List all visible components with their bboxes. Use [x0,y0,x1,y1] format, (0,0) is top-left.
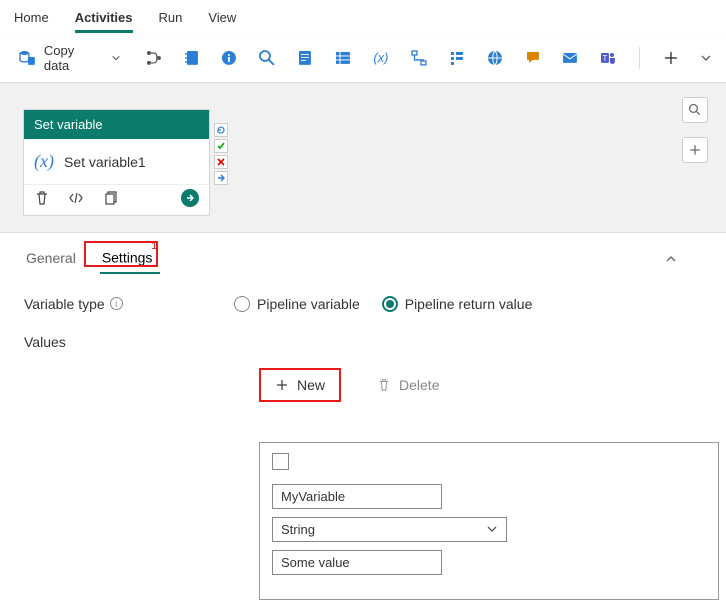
flow-icon[interactable] [410,49,428,67]
radio-circle-icon [382,296,398,312]
svg-text:T: T [603,54,608,63]
variable-type-label: Variable type i [24,296,234,312]
delete-value-button[interactable]: Delete [363,370,453,400]
activity-detail-tabs: General Settings1 [0,233,726,274]
variable-icon[interactable]: (x) [372,49,390,67]
values-label: Values [24,334,234,350]
branch-icon[interactable] [145,49,163,67]
value-name-input[interactable]: MyVariable [272,484,442,509]
row-values: Values [24,334,702,350]
chat-icon[interactable] [524,49,542,67]
tab-home[interactable]: Home [14,2,49,33]
variable-type-radio-group: Pipeline variable Pipeline return value [234,296,532,312]
toolbar-separator [639,47,640,69]
activity-status-ports [214,123,228,185]
activity-footer [24,184,209,215]
new-button-label: New [297,377,325,393]
collapse-panel-button[interactable] [664,252,678,266]
tab-settings[interactable]: Settings1 [100,245,160,274]
failure-port[interactable] [214,155,228,169]
table-icon[interactable] [334,49,352,67]
values-action-bar: New Delete [259,368,702,402]
tab-general[interactable]: General [24,246,78,272]
variable-icon: x [34,151,54,172]
delete-button-label: Delete [399,377,439,393]
value-row-checkbox[interactable] [272,453,289,470]
canvas-tools [682,97,708,163]
new-value-button[interactable]: New [259,368,341,402]
value-type-selected: String [281,522,315,537]
globe-icon[interactable] [486,49,504,67]
code-icon[interactable] [68,190,84,206]
copy-data-button[interactable]: Copy data [14,40,125,76]
tab-run[interactable]: Run [159,2,183,33]
value-value-input[interactable]: Some value [272,550,442,575]
delete-icon[interactable] [34,190,50,206]
radio-pipeline-return-value[interactable]: Pipeline return value [382,296,533,312]
teams-icon[interactable]: T [599,49,617,67]
pipeline-canvas[interactable]: Set variable x Set variable1 [0,83,726,233]
mail-icon[interactable] [561,49,579,67]
copy-icon[interactable] [102,190,118,206]
canvas-search-button[interactable] [682,97,708,123]
info-icon[interactable] [220,49,238,67]
row-variable-type: Variable type i Pipeline variable Pipeli… [24,296,702,312]
canvas-add-button[interactable] [682,137,708,163]
top-tab-bar: Home Activities Run View [0,0,726,34]
radio-label: Pipeline return value [405,296,533,312]
info-icon[interactable]: i [110,297,123,310]
radio-circle-icon [234,296,250,312]
activity-header: Set variable [24,110,209,139]
refresh-port[interactable] [214,123,228,137]
radio-label: Pipeline variable [257,296,360,312]
radio-pipeline-variable[interactable]: Pipeline variable [234,296,360,312]
script-icon[interactable] [296,49,314,67]
list-icon[interactable] [448,49,466,67]
tab-activities[interactable]: Activities [75,2,133,33]
value-editor: MyVariable String Some value [259,442,719,600]
skip-port[interactable] [214,171,228,185]
trash-icon [377,378,391,392]
run-icon[interactable] [181,189,199,207]
settings-form: Variable type i Pipeline variable Pipeli… [0,274,726,600]
chevron-down-icon[interactable] [700,49,712,67]
add-icon[interactable] [662,49,680,67]
variable-type-label-text: Variable type [24,296,105,312]
settings-change-badge: 1 [151,241,157,252]
copy-data-label: Copy data [44,43,103,73]
success-port[interactable] [214,139,228,153]
svg-text:(x): (x) [373,50,388,65]
chevron-down-icon [111,53,121,63]
tab-settings-label: Settings [102,250,153,266]
value-type-select[interactable]: String [272,517,507,542]
activity-set-variable[interactable]: Set variable x Set variable1 [23,109,210,216]
activity-name: Set variable1 [64,154,146,170]
chevron-down-icon [486,523,498,535]
tab-view[interactable]: View [208,2,236,33]
activities-toolbar: Copy data (x) T [0,34,726,83]
plus-icon [275,378,289,392]
notebook-icon[interactable] [183,49,201,67]
search-icon[interactable] [258,49,276,67]
activity-body: x Set variable1 [24,139,209,184]
database-copy-icon [18,49,36,67]
